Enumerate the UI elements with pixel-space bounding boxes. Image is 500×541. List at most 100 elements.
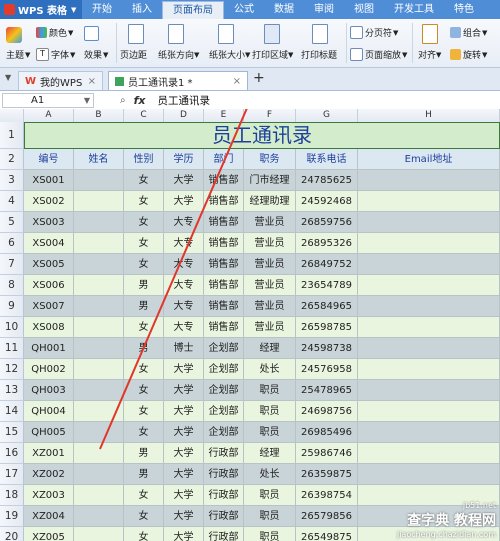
cell[interactable]: 销售部 [204,317,244,338]
row-header-17[interactable]: 17 [0,464,24,485]
cell[interactable]: QH003 [24,380,74,401]
cell[interactable]: 大专 [164,275,204,296]
cell[interactable]: 女 [124,422,164,443]
cell[interactable]: 职员 [244,506,296,527]
orientation-icon[interactable] [168,24,184,44]
column-header-h[interactable]: H [358,109,500,122]
column-header-a[interactable]: A [24,109,74,122]
cell[interactable]: 男 [124,275,164,296]
cell[interactable]: 行政部 [204,506,244,527]
cell[interactable]: 26985496 [296,422,358,443]
print-titles-icon[interactable] [312,24,328,44]
cell[interactable]: 24592468 [296,191,358,212]
cell[interactable]: 销售部 [204,212,244,233]
cell[interactable]: 营业员 [244,233,296,254]
cell[interactable]: QH005 [24,422,74,443]
align-icon[interactable] [422,24,438,44]
cell[interactable]: XZ005 [24,527,74,541]
cell[interactable] [74,254,124,275]
group-button[interactable]: 组合 ▼ [450,26,487,39]
cell[interactable]: 经理助理 [244,191,296,212]
row-header-10[interactable]: 10 [0,317,24,338]
rotate-button[interactable]: 旋转 ▼ [450,48,487,61]
name-box[interactable]: A1 ▼ [2,92,94,108]
cell[interactable]: 女 [124,506,164,527]
cell[interactable]: 23654789 [296,275,358,296]
cell[interactable]: QH004 [24,401,74,422]
row-header-8[interactable]: 8 [0,275,24,296]
row-header-15[interactable]: 15 [0,422,24,443]
column-header-e[interactable]: E [204,109,244,122]
cell[interactable]: 企划部 [204,380,244,401]
cell[interactable]: 销售部 [204,233,244,254]
tab-my-wps[interactable]: W 我的WPS × [18,71,103,90]
close-icon[interactable]: × [88,76,96,87]
cell[interactable]: 企划部 [204,401,244,422]
cell[interactable]: 男 [124,443,164,464]
colors-button[interactable]: 颜色 ▼ [36,26,73,39]
cell[interactable]: 男 [124,296,164,317]
cell[interactable]: 大专 [164,254,204,275]
cell[interactable] [74,296,124,317]
cell[interactable] [74,212,124,233]
cell[interactable]: 学历 [164,149,204,170]
menu-item-0[interactable]: 开始 [82,0,122,19]
column-header-g[interactable]: G [296,109,358,122]
cell[interactable]: 职员 [244,527,296,541]
cell[interactable] [74,359,124,380]
cell[interactable]: XS003 [24,212,74,233]
column-header-c[interactable]: C [124,109,164,122]
menu-item-3[interactable]: 公式 [224,0,264,19]
cell[interactable]: 行政部 [204,485,244,506]
cell[interactable]: 经理 [244,443,296,464]
row-header-18[interactable]: 18 [0,485,24,506]
cell[interactable] [358,212,500,233]
cell[interactable]: 营业员 [244,212,296,233]
cell[interactable]: 26584965 [296,296,358,317]
cell[interactable]: 26549875 [296,527,358,541]
cell[interactable]: 24698756 [296,401,358,422]
row-header-20[interactable]: 20 [0,527,24,541]
cell[interactable] [358,170,500,191]
cell[interactable]: 行政部 [204,527,244,541]
row-header-1[interactable]: 1 [0,122,24,149]
cell[interactable] [74,401,124,422]
page-size-icon[interactable] [218,24,234,44]
cell[interactable]: 女 [124,401,164,422]
cell[interactable]: 大专 [164,233,204,254]
effects-label-button[interactable]: 效果 ▼ [84,48,108,62]
cell[interactable]: 销售部 [204,296,244,317]
cell[interactable]: 大学 [164,443,204,464]
cell[interactable]: XZ002 [24,464,74,485]
cell[interactable]: 职员 [244,422,296,443]
cell[interactable]: 处长 [244,359,296,380]
new-tab-button[interactable]: + [253,70,265,86]
tab-list-chevron-icon[interactable]: ▼ [5,73,11,82]
cell[interactable]: 职务 [244,149,296,170]
print-area-icon[interactable] [264,24,280,44]
cell[interactable]: 24576958 [296,359,358,380]
cell[interactable]: 25986746 [296,443,358,464]
cell[interactable]: XS006 [24,275,74,296]
app-menu-button[interactable]: WPS 表格 ▼ [0,0,82,19]
print-titles-button[interactable]: 打印标题 [301,48,337,61]
menu-item-2[interactable]: 页面布局 [162,0,224,20]
cell[interactable]: 营业员 [244,296,296,317]
cell[interactable] [74,317,124,338]
cell[interactable]: 营业员 [244,317,296,338]
row-header-9[interactable]: 9 [0,296,24,317]
cell[interactable] [358,380,500,401]
cell[interactable]: XS001 [24,170,74,191]
cell[interactable]: 博士 [164,338,204,359]
cell[interactable] [74,191,124,212]
cell[interactable]: 女 [124,191,164,212]
cell[interactable]: 24598738 [296,338,358,359]
cell[interactable] [358,254,500,275]
cell[interactable]: QH001 [24,338,74,359]
cell[interactable]: 大学 [164,359,204,380]
cell[interactable]: Email地址 [358,149,500,170]
cell[interactable]: 大专 [164,317,204,338]
cell[interactable]: 大学 [164,422,204,443]
cell[interactable]: 24785625 [296,170,358,191]
row-header-12[interactable]: 12 [0,359,24,380]
